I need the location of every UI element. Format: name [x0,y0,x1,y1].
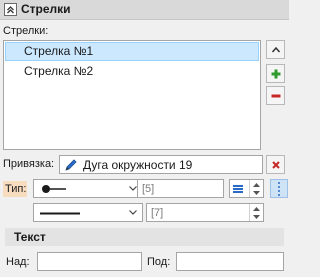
chevron-up-icon [7,6,14,14]
panel-header: Стрелки [0,0,289,20]
list-item-arrow-2[interactable]: Стрелка №2 [5,62,259,81]
line-size-value: [7] [151,207,164,219]
remove-arrow-button[interactable] [266,86,285,105]
text-section-title: Текст [14,230,46,244]
spin-up-icon[interactable] [253,183,260,187]
binding-field[interactable]: Дуга окружности 19 [59,155,263,174]
arrows-label: Стрелки: [3,25,49,37]
move-up-button[interactable] [266,40,285,59]
spinner-arrows[interactable] [249,204,263,221]
arrowhead-size-value: [5] [142,183,155,195]
solid-line-icon [40,212,80,215]
vertical-dash-icon [278,182,280,196]
arrowhead-align-spinner[interactable] [229,179,264,198]
spin-up-icon[interactable] [253,207,260,211]
add-arrow-button[interactable] [266,64,285,83]
binding-label: Привязка: [3,158,55,170]
collapse-button[interactable] [4,3,17,16]
chevron-down-icon [129,210,137,215]
above-label: Над: [6,256,30,268]
align-lines-icon [233,185,243,193]
line-size-spinner[interactable]: [7] [146,203,264,222]
below-label: Под: [147,256,171,268]
close-icon [272,161,280,169]
minus-icon [271,94,281,98]
above-text-input[interactable] [37,252,142,271]
plus-icon [271,69,281,79]
binding-value: Дуга окружности 19 [83,158,193,172]
list-item-label: Стрелка №1 [24,44,94,58]
chevron-up-icon [271,46,281,53]
arrowhead-dot-icon [42,185,66,193]
clear-binding-button[interactable] [266,155,285,174]
list-item-label: Стрелка №2 [24,64,94,78]
type-label: Тип: [3,181,27,197]
text-section-header: Текст [5,228,284,246]
below-text-input[interactable] [176,252,284,271]
pencil-icon [65,159,77,171]
arrowhead-size-spinner[interactable]: [5] [137,179,224,198]
spinner-arrows[interactable] [249,180,263,197]
line-style-combo[interactable] [33,203,143,222]
dashed-line-toggle[interactable] [270,179,288,198]
spin-down-icon[interactable] [253,191,260,195]
spin-down-icon[interactable] [253,215,260,219]
panel-title: Стрелки [21,2,71,16]
arrowhead-style-combo[interactable] [33,179,143,198]
chevron-down-icon [129,186,137,191]
list-item-arrow-1[interactable]: Стрелка №1 [5,42,259,61]
arrows-list[interactable]: Стрелка №1 Стрелка №2 [3,40,261,150]
